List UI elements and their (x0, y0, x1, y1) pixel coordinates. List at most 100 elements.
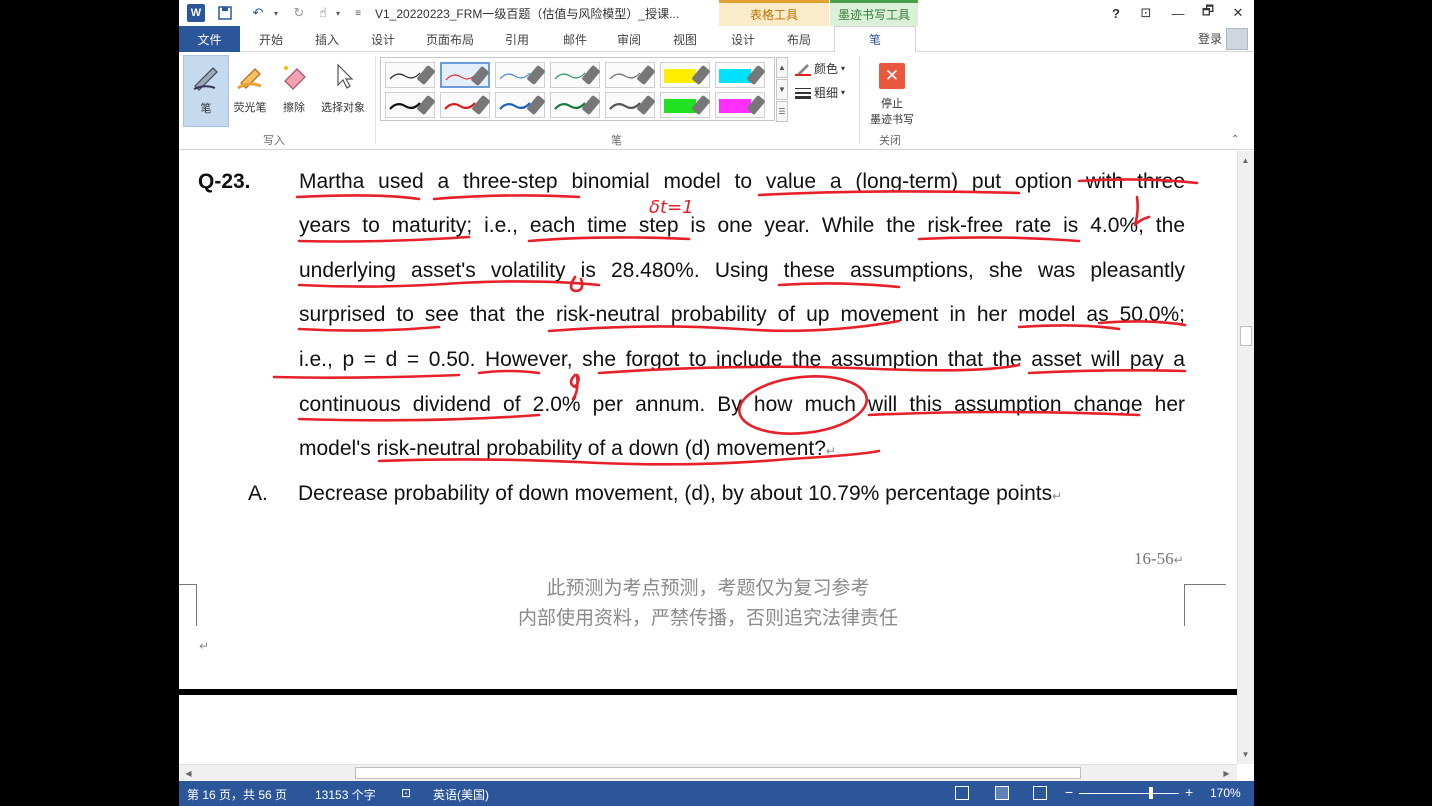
zoom-level[interactable]: 170% (1210, 786, 1241, 800)
pen-swatch[interactable] (385, 62, 436, 88)
tab-review[interactable]: 审阅 (607, 26, 651, 52)
horizontal-scroll-thumb[interactable] (355, 767, 1081, 779)
ink-underline (272, 373, 461, 379)
redo-icon[interactable]: ↻ (289, 3, 309, 23)
language[interactable]: 英语(美国) (433, 786, 489, 803)
zoom-in-icon[interactable]: + (1185, 784, 1193, 800)
pen-swatch[interactable] (440, 62, 490, 88)
tab-mailings[interactable]: 邮件 (553, 26, 597, 52)
tab-design[interactable]: 设计 (361, 26, 405, 52)
tab-references[interactable]: 引用 (495, 26, 539, 52)
read-mode-icon[interactable] (955, 786, 969, 800)
ink-underline (297, 325, 441, 332)
pen-button[interactable]: 笔 (183, 55, 229, 127)
proofing-icon[interactable]: ⊡ (401, 786, 411, 800)
highlighter-stroke (664, 99, 696, 113)
pen-swatch[interactable] (440, 92, 491, 118)
question-line-5: i.e., p = d = 0.50. However, she forgot … (299, 348, 1185, 371)
question-number: Q-23. (198, 170, 251, 193)
tab-file[interactable]: 文件 (179, 26, 240, 52)
close-button[interactable]: ✕ (1227, 3, 1249, 23)
highlighter-stroke (719, 69, 751, 83)
scroll-right-icon[interactable]: ▶ (1219, 766, 1234, 781)
restore-button[interactable]: 🗗 (1197, 3, 1219, 23)
avatar[interactable] (1226, 28, 1248, 50)
pen-stroke (389, 99, 421, 113)
document-title: V1_20220223_FRM一级百题（估值与风险模型）_授课... (375, 7, 680, 21)
sign-in-link[interactable]: 登录 (1198, 30, 1222, 47)
answer-a-text-content: Decrease probability of down movement, (… (298, 482, 1053, 505)
pen-swatch[interactable] (660, 92, 711, 118)
zoom-slider[interactable] (1079, 793, 1179, 794)
paragraph-mark: ↵ (199, 639, 210, 653)
tab-page-layout[interactable]: 页面布局 (419, 26, 481, 52)
select-objects-label: 选择对象 (321, 102, 365, 114)
minimize-button[interactable]: — (1167, 3, 1189, 23)
word-logo-icon[interactable]: W (187, 4, 205, 22)
undo-icon[interactable]: ↶ (247, 3, 269, 23)
horizontal-scrollbar[interactable]: ◀ ▶ (179, 764, 1237, 781)
eraser-icon (277, 59, 311, 93)
question-line-1: Martha used a three-step binomial model … (299, 170, 1185, 193)
tab-home[interactable]: 开始 (249, 26, 293, 52)
help-button[interactable]: ? (1105, 3, 1127, 23)
web-layout-icon[interactable] (1033, 786, 1047, 800)
pen-swatch[interactable] (605, 62, 656, 88)
pen-stroke (554, 69, 586, 83)
tab-pen[interactable]: 笔 (834, 26, 916, 53)
thickness-dropdown-icon: ▾ (841, 88, 846, 97)
page-count[interactable]: 第 16 页，共 56 页 (187, 786, 287, 803)
tab-view[interactable]: 视图 (663, 26, 707, 52)
ribbon-display-button[interactable]: ⊡ (1135, 3, 1157, 23)
vertical-scroll-thumb[interactable] (1240, 326, 1252, 346)
group-separator (859, 56, 860, 144)
pen-swatch[interactable] (495, 92, 546, 118)
pen-stroke (554, 99, 586, 113)
gallery-more-icon[interactable]: ☰ (776, 101, 788, 122)
gallery-down-icon[interactable]: ▼ (776, 79, 788, 100)
pen-swatch[interactable] (550, 62, 601, 88)
pen-thickness-button[interactable]: 粗细 ▾ (795, 84, 845, 101)
vertical-scrollbar[interactable]: ▲ ▼ (1237, 151, 1254, 764)
word-count[interactable]: 13153 个字 (315, 786, 376, 803)
highlighter-icon (233, 59, 267, 93)
eraser-button[interactable]: 擦除 (273, 55, 315, 127)
collapse-ribbon-icon[interactable]: ⌃ (1231, 134, 1239, 145)
status-bar: 第 16 页，共 56 页 13153 个字 ⊡ 英语(美国) − + 170% (179, 781, 1254, 806)
tab-table-layout[interactable]: 布局 (777, 26, 821, 52)
save-icon[interactable] (215, 3, 235, 23)
scroll-up-icon[interactable]: ▲ (1238, 153, 1253, 168)
paragraph-mark: ↵ (1173, 553, 1184, 567)
highlighter-button[interactable]: 荧光笔 (227, 55, 273, 127)
pen-swatch[interactable] (495, 62, 546, 88)
print-layout-icon[interactable] (995, 786, 1009, 800)
pen-swatch[interactable] (385, 92, 436, 118)
eraser-label: 擦除 (283, 102, 305, 114)
crop-mark-right (1184, 584, 1226, 626)
cursor-arrow-icon (326, 59, 360, 93)
gallery-up-icon[interactable]: ▲ (776, 57, 788, 78)
pen-swatch[interactable] (550, 92, 601, 118)
zoom-out-icon[interactable]: − (1065, 784, 1073, 800)
pen-color-button[interactable]: 颜色 ▾ (795, 60, 845, 77)
tab-table-design[interactable]: 设计 (721, 26, 765, 52)
pen-stroke (444, 99, 476, 113)
pen-swatch[interactable] (605, 92, 656, 118)
zoom-slider-thumb[interactable] (1149, 787, 1153, 799)
stop-inking-button[interactable]: ✕ 停止 墨迹书写 (865, 55, 919, 127)
pen-swatch[interactable] (660, 62, 711, 88)
touch-dropdown-icon[interactable]: ▾ (333, 3, 343, 23)
page-number-text: 16-56 (1134, 549, 1174, 568)
document-area[interactable]: Q-23. Martha used a three-step binomial … (179, 151, 1237, 764)
scroll-down-icon[interactable]: ▼ (1238, 747, 1253, 762)
customize-qat-icon[interactable]: ≡ (351, 3, 365, 23)
select-objects-button[interactable]: 选择对象 (315, 55, 371, 127)
highlighter-stroke (664, 69, 696, 83)
stop-inking-label-1: 停止 (881, 98, 903, 110)
scroll-left-icon[interactable]: ◀ (181, 766, 196, 781)
tab-insert[interactable]: 插入 (305, 26, 349, 52)
pen-swatch[interactable] (715, 62, 766, 88)
pen-swatch[interactable] (715, 92, 766, 118)
undo-dropdown-icon[interactable]: ▾ (271, 3, 281, 23)
touch-mode-icon[interactable]: ☝ (313, 3, 333, 23)
